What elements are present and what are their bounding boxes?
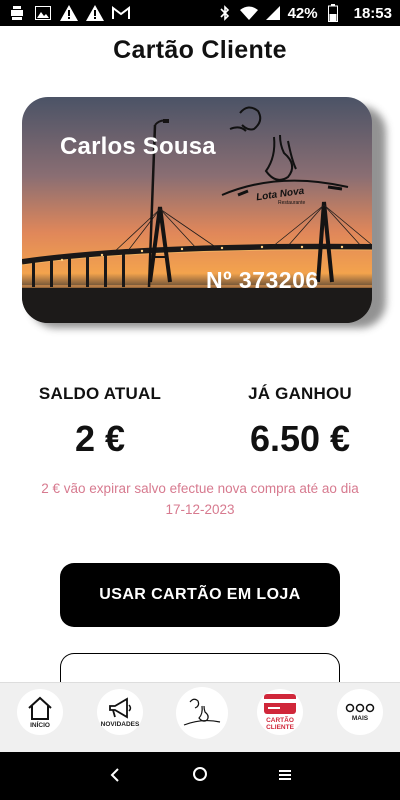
notification-icon bbox=[8, 4, 26, 22]
logo-subtext: Restaurante bbox=[278, 200, 306, 206]
wifi-icon bbox=[239, 4, 258, 22]
gmail-icon bbox=[112, 4, 130, 22]
card-number: Nº 373206 bbox=[206, 267, 319, 293]
nav-item-novidades[interactable]: NOVIDADES bbox=[97, 689, 143, 735]
system-nav-bar bbox=[0, 752, 400, 800]
home-icon bbox=[28, 696, 52, 720]
earned-balance: JÁ GANHOU 6.50 € bbox=[200, 384, 400, 460]
warning-icon bbox=[86, 4, 104, 22]
use-card-in-store-button[interactable]: USAR CARTÃO EM LOJA bbox=[60, 563, 340, 627]
loyalty-card: Lota Nova Restaurante Carlos Sousa Nº 37… bbox=[22, 97, 372, 323]
back-icon[interactable] bbox=[100, 766, 130, 787]
page-title: Cartão Cliente bbox=[113, 36, 287, 64]
nav-item-inicio[interactable]: INÍCIO bbox=[17, 689, 63, 735]
nav-label-cartao-cliente: CARTÃO CLIENTE bbox=[266, 717, 294, 731]
home-circle-icon[interactable] bbox=[185, 766, 215, 787]
expiry-note-line1: 2 € vão expirar salvo efectue nova compr… bbox=[41, 481, 359, 496]
battery-percent: 42% bbox=[287, 4, 318, 22]
nav-item-mais[interactable]: MAIS bbox=[337, 689, 383, 735]
card-icon bbox=[264, 694, 296, 714]
signal-icon bbox=[264, 4, 282, 22]
bluetooth-icon bbox=[216, 4, 234, 22]
image-icon bbox=[34, 4, 52, 22]
earned-balance-value: 6.50 € bbox=[249, 418, 351, 459]
current-balance: SALDO ATUAL 2 € bbox=[0, 384, 200, 460]
expiry-note-date: 17-12-2023 bbox=[165, 502, 235, 517]
clock: 18:53 bbox=[353, 4, 392, 22]
status-bar: 42% 18:53 bbox=[0, 0, 400, 26]
warning-icon bbox=[60, 4, 78, 22]
battery-icon bbox=[324, 4, 342, 22]
megaphone-icon bbox=[109, 696, 132, 719]
nav-label-novidades: NOVIDADES bbox=[100, 720, 140, 728]
earned-balance-label: JÁ GANHOU bbox=[248, 384, 352, 403]
nav-label-inicio: INÍCIO bbox=[30, 721, 50, 729]
lota-nova-logo-icon bbox=[183, 698, 221, 726]
expiry-note: 2 € vão expirar salvo efectue nova compr… bbox=[20, 478, 380, 520]
current-balance-value: 2 € bbox=[74, 418, 126, 459]
current-balance-label: SALDO ATUAL bbox=[38, 384, 162, 403]
bottom-nav: INÍCIO NOVIDADES CARTÃO CLIENTE MAIS bbox=[0, 682, 400, 752]
nav-item-home-logo[interactable] bbox=[176, 687, 228, 739]
recents-icon[interactable] bbox=[270, 766, 300, 787]
nav-item-cartao-cliente[interactable]: CARTÃO CLIENTE bbox=[257, 689, 303, 735]
card-holder-name: Carlos Sousa bbox=[60, 133, 216, 160]
more-icon bbox=[345, 703, 375, 712]
nav-label-mais: MAIS bbox=[351, 714, 369, 722]
